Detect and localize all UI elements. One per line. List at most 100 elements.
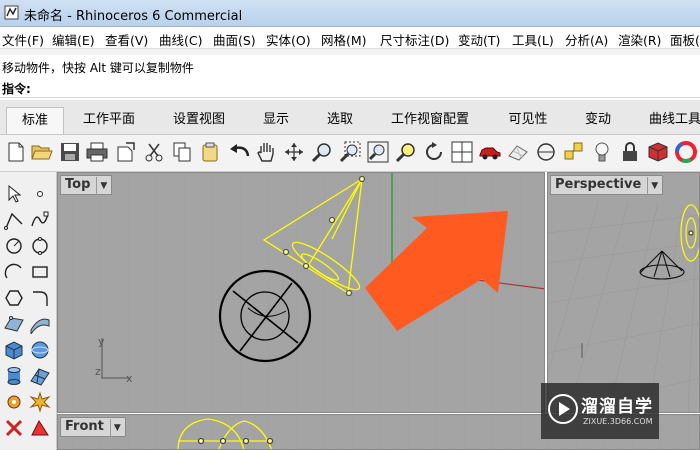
gear-icon[interactable] <box>2 390 26 414</box>
standard-toolbar <box>0 135 700 172</box>
rotate-view-icon[interactable] <box>281 139 307 165</box>
join-icon[interactable] <box>2 416 26 440</box>
watermark-site: ZIXUE.3D66.COM <box>583 417 653 426</box>
viewport-title-front-text: Front <box>65 419 104 434</box>
viewport-title-perspective[interactable]: Perspective ▼ <box>550 175 664 195</box>
explode-icon[interactable] <box>28 390 52 414</box>
menu-bar: 文件(F) 编辑(E) 查看(V) 曲线(C) 曲面(S) 实体(O) 网格(M… <box>0 27 700 48</box>
axis-label-x: x <box>126 372 133 385</box>
tab-set-view[interactable]: 设置视图 <box>160 107 238 133</box>
zoom-icon[interactable] <box>309 139 335 165</box>
viewport-title-front[interactable]: Front ▼ <box>60 417 126 437</box>
tab-viewport-layout[interactable]: 工作视窗配置 <box>380 107 480 133</box>
grid-snap-icon[interactable] <box>533 139 559 165</box>
cplane-icon[interactable] <box>561 139 587 165</box>
zoom-extents-icon[interactable] <box>365 139 391 165</box>
menu-surface[interactable]: 曲面(S) <box>213 30 256 49</box>
chevron-down-icon[interactable]: ▼ <box>647 177 658 195</box>
rhino-app-icon <box>4 5 19 20</box>
chevron-down-icon[interactable]: ▼ <box>109 419 121 437</box>
new-file-icon[interactable] <box>3 139 29 165</box>
tab-display[interactable]: 显示 <box>248 107 304 133</box>
viewport-title-top[interactable]: Top ▼ <box>60 175 113 195</box>
circle-icon[interactable] <box>2 234 26 258</box>
menu-panels[interactable]: 面板(P) <box>670 30 700 49</box>
four-viewports-icon[interactable] <box>449 139 475 165</box>
tab-transform[interactable]: 变动 <box>573 107 623 133</box>
tab-cplanes[interactable]: 工作平面 <box>70 107 148 133</box>
command-history-text: 移动物件，快按 Alt 键可以复制物件 <box>2 61 194 75</box>
menu-mesh[interactable]: 网格(M) <box>321 30 367 49</box>
color-wheel-icon[interactable] <box>673 139 699 165</box>
viewport-top[interactable]: y z x Top ▼ <box>57 172 545 413</box>
save-icon[interactable] <box>57 139 83 165</box>
menu-solid[interactable]: 实体(O) <box>266 30 311 49</box>
split-icon[interactable] <box>28 416 52 440</box>
material-icon[interactable] <box>645 139 671 165</box>
sphere-icon[interactable] <box>28 338 52 362</box>
perspective-circle-object <box>680 204 699 262</box>
lock-icon[interactable] <box>617 139 643 165</box>
paste-icon[interactable] <box>197 139 223 165</box>
menu-tools[interactable]: 工具(L) <box>512 30 554 49</box>
watermark-logo: 溜溜自学 ZIXUE.3D66.COM <box>541 383 659 439</box>
open-folder-icon[interactable] <box>29 139 55 165</box>
menu-curve[interactable]: 曲线(C) <box>159 30 202 49</box>
toolbar-tab-strip: 标准 工作平面 设置视图 显示 选取 工作视窗配置 可见性 变动 曲线工具 <box>0 100 700 135</box>
surface-from-points-icon[interactable] <box>2 312 26 336</box>
point-icon[interactable] <box>28 182 52 206</box>
pan-hand-icon[interactable] <box>253 139 279 165</box>
box-icon[interactable] <box>2 338 26 362</box>
title-bar: 未命名 - Rhinoceros 6 Commercial <box>0 0 700 27</box>
viewport-title-perspective-text: Perspective <box>555 177 642 192</box>
menu-analyze[interactable]: 分析(A) <box>565 30 608 49</box>
rotate-icon[interactable] <box>421 139 447 165</box>
car-icon[interactable] <box>477 139 503 165</box>
perspective-viewport-scene <box>548 202 699 412</box>
mesh-icon[interactable] <box>28 364 52 388</box>
tab-select[interactable]: 选取 <box>312 107 368 133</box>
command-prompt-label: 指令: <box>2 82 31 96</box>
menu-dimension[interactable]: 尺寸标注(D) <box>380 30 449 49</box>
command-line[interactable]: 指令: <box>0 77 700 98</box>
tab-standard[interactable]: 标准 <box>6 107 64 134</box>
watermark-play-icon <box>548 394 578 424</box>
print-icon[interactable] <box>84 139 110 165</box>
import-icon[interactable] <box>113 139 139 165</box>
extrude-surface-icon[interactable] <box>28 312 52 336</box>
tab-visibility[interactable]: 可见性 <box>496 107 560 133</box>
menu-render[interactable]: 渲染(R) <box>618 30 661 49</box>
curve-icon[interactable] <box>28 208 52 232</box>
menu-separator <box>0 48 700 55</box>
tab-curve-tools[interactable]: 曲线工具 <box>640 107 700 133</box>
polygon-icon[interactable] <box>2 286 26 310</box>
menu-view[interactable]: 查看(V) <box>105 30 148 49</box>
menu-transform[interactable]: 变动(T) <box>458 30 500 49</box>
lightbulb-icon[interactable] <box>589 139 615 165</box>
ellipse-icon[interactable] <box>28 234 52 258</box>
window-title: 未命名 - Rhinoceros 6 Commercial <box>24 9 243 24</box>
copy-icon[interactable] <box>169 139 195 165</box>
select-arrow-icon[interactable] <box>2 182 26 206</box>
zoom-selected-icon[interactable] <box>393 139 419 165</box>
fillet-curve-icon[interactable] <box>28 286 52 310</box>
axis-label-z: z <box>95 365 101 378</box>
cylinder-icon[interactable] <box>2 364 26 388</box>
cut-icon[interactable] <box>141 139 167 165</box>
zoom-window-icon[interactable] <box>337 139 363 165</box>
command-history: 移动物件，快按 Alt 键可以复制物件 <box>0 56 700 76</box>
perspective-cone-object <box>639 250 685 280</box>
viewport-perspective[interactable]: Perspective ▼ <box>547 172 700 413</box>
plane-icon[interactable] <box>505 139 531 165</box>
top-viewport-scene: y z x <box>58 173 544 412</box>
polyline-icon[interactable] <box>2 208 26 232</box>
arc-icon[interactable] <box>2 260 26 284</box>
rectangle-icon[interactable] <box>28 260 52 284</box>
menu-file[interactable]: 文件(F) <box>2 30 44 49</box>
undo-icon[interactable] <box>227 139 253 165</box>
left-tool-palette <box>0 172 57 450</box>
watermark-brand: 溜溜自学 <box>581 397 653 417</box>
menu-edit[interactable]: 编辑(E) <box>52 30 95 49</box>
axis-label-y: y <box>98 335 105 348</box>
chevron-down-icon[interactable]: ▼ <box>96 177 107 195</box>
